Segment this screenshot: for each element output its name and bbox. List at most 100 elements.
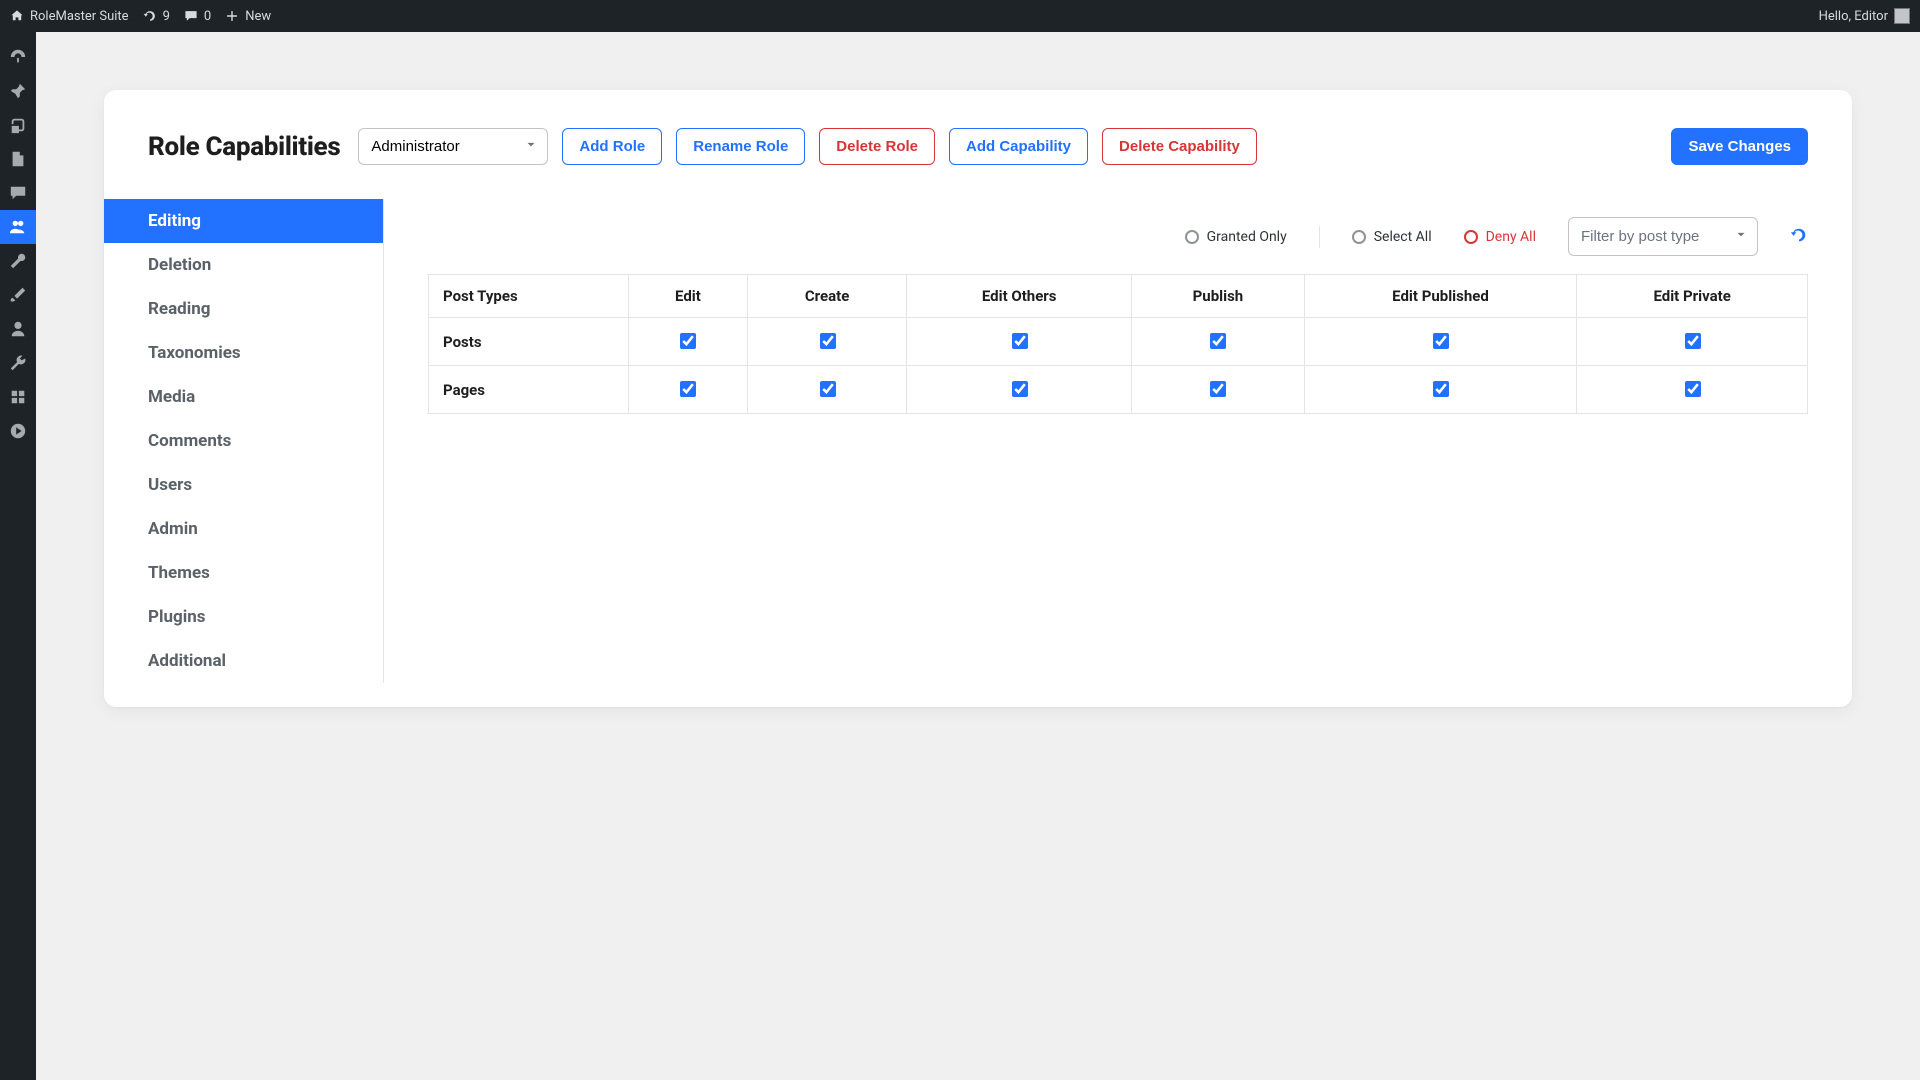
sidebar-item-comment[interactable] [0, 176, 36, 210]
capability-tab[interactable]: Themes [104, 551, 383, 595]
radio-icon [1352, 230, 1366, 244]
wrench-icon [9, 354, 27, 372]
sidebar-item-plugin[interactable] [0, 380, 36, 414]
divider [1319, 226, 1320, 248]
capability-tab[interactable]: Taxonomies [104, 331, 383, 375]
page-title: Role Capabilities [148, 132, 340, 162]
refresh-caps-button[interactable] [1790, 226, 1808, 248]
capability-tab-label: Themes [148, 563, 210, 583]
caps-row-label: Pages [429, 366, 629, 414]
capability-tab-label: Media [148, 387, 195, 407]
role-select[interactable]: Administrator [358, 128, 548, 165]
capability-tab-label: Deletion [148, 255, 211, 275]
granted-only-toggle[interactable]: Granted Only [1185, 229, 1287, 245]
caps-cell [1304, 318, 1577, 366]
sidebar-item-brush[interactable] [0, 278, 36, 312]
dashboard-icon [9, 48, 27, 66]
capability-tab[interactable]: Editing [104, 199, 383, 243]
capability-checkbox[interactable] [820, 333, 836, 349]
caps-row: Posts [429, 318, 1808, 366]
sidebar-item-page[interactable] [0, 142, 36, 176]
capabilities-table: Post TypesEditCreateEdit OthersPublishEd… [428, 274, 1808, 414]
capability-tab[interactable]: Additional [104, 639, 383, 683]
capability-checkbox[interactable] [680, 333, 696, 349]
brush-icon [9, 286, 27, 304]
radio-icon [1185, 230, 1199, 244]
capability-checkbox[interactable] [680, 381, 696, 397]
rename-role-button[interactable]: Rename Role [676, 128, 805, 165]
greeting-text: Hello, Editor [1819, 9, 1888, 24]
admin-toolbar: RoleMaster Suite 9 0 New Hello, Editor [0, 0, 1920, 32]
add-role-button[interactable]: Add Role [562, 128, 662, 165]
updates-link[interactable]: 9 [143, 9, 170, 24]
delete-role-button[interactable]: Delete Role [819, 128, 935, 165]
save-changes-button[interactable]: Save Changes [1671, 128, 1808, 165]
sidebar-item-wrench[interactable] [0, 346, 36, 380]
caps-column-header: Edit [629, 275, 748, 318]
capability-checkbox[interactable] [1210, 333, 1226, 349]
deny-all-label: Deny All [1486, 229, 1536, 245]
plugin-icon [9, 388, 27, 406]
capability-checkbox[interactable] [1433, 381, 1449, 397]
caps-row: Pages [429, 366, 1808, 414]
capability-checkbox[interactable] [1012, 333, 1028, 349]
card-header: Role Capabilities Administrator Add Role… [104, 90, 1852, 199]
caps-cell [1304, 366, 1577, 414]
capability-tabs: Editing Deletion Reading Taxonomies Media Com… [104, 199, 384, 683]
caps-cell [747, 366, 906, 414]
users-icon [9, 218, 27, 236]
avatar-icon [1894, 8, 1910, 24]
post-type-filter[interactable]: Filter by post type [1568, 217, 1758, 256]
delete-capability-button[interactable]: Delete Capability [1102, 128, 1257, 165]
site-home-link[interactable]: RoleMaster Suite [10, 9, 129, 24]
capability-tab-label: Reading [148, 299, 210, 319]
caps-cell [1132, 366, 1305, 414]
capability-tab[interactable]: Reading [104, 287, 383, 331]
comments-count: 0 [204, 9, 211, 24]
content-scroll[interactable]: Role Capabilities Administrator Add Role… [36, 32, 1920, 1080]
capability-tab[interactable]: Deletion [104, 243, 383, 287]
capability-filters: Granted Only Select All Deny All [428, 217, 1808, 256]
caps-column-header: Create [747, 275, 906, 318]
capability-checkbox[interactable] [1210, 381, 1226, 397]
comments-link[interactable]: 0 [184, 9, 211, 24]
caps-cell [1577, 318, 1808, 366]
capability-tab[interactable]: Plugins [104, 595, 383, 639]
page-icon [9, 150, 27, 168]
caps-cell [747, 318, 906, 366]
capability-tab[interactable]: Users [104, 463, 383, 507]
sidebar-item-dashboard[interactable] [0, 40, 36, 74]
comment-icon [184, 9, 198, 23]
select-all-toggle[interactable]: Select All [1352, 229, 1432, 245]
capability-checkbox[interactable] [1433, 333, 1449, 349]
capability-tab[interactable]: Comments [104, 419, 383, 463]
select-all-label: Select All [1374, 229, 1432, 245]
sidebar-item-tool[interactable] [0, 244, 36, 278]
capability-tab[interactable]: Media [104, 375, 383, 419]
caps-column-header: Post Types [429, 275, 629, 318]
profile-icon [9, 320, 27, 338]
sidebar-item-play[interactable] [0, 414, 36, 448]
caps-cell [907, 318, 1132, 366]
capability-tab-label: Additional [148, 651, 226, 671]
capability-checkbox[interactable] [1012, 381, 1028, 397]
deny-all-toggle[interactable]: Deny All [1464, 229, 1536, 245]
capability-tab-label: Editing [148, 211, 201, 231]
sidebar-item-profile[interactable] [0, 312, 36, 346]
comment-icon [9, 184, 27, 202]
add-capability-button[interactable]: Add Capability [949, 128, 1088, 165]
capability-checkbox[interactable] [820, 381, 836, 397]
capability-tab-label: Comments [148, 431, 231, 451]
capability-checkbox[interactable] [1685, 381, 1701, 397]
capability-tab-label: Plugins [148, 607, 205, 627]
capability-checkbox[interactable] [1685, 333, 1701, 349]
role-capabilities-card: Role Capabilities Administrator Add Role… [104, 90, 1852, 707]
account-link[interactable]: Hello, Editor [1819, 8, 1910, 24]
sidebar-item-users[interactable] [0, 210, 36, 244]
capability-tab[interactable]: Admin [104, 507, 383, 551]
sidebar-item-media[interactable] [0, 108, 36, 142]
plus-icon [225, 9, 239, 23]
sidebar-item-pin[interactable] [0, 74, 36, 108]
new-content-link[interactable]: New [225, 9, 271, 24]
refresh-icon [143, 9, 157, 23]
